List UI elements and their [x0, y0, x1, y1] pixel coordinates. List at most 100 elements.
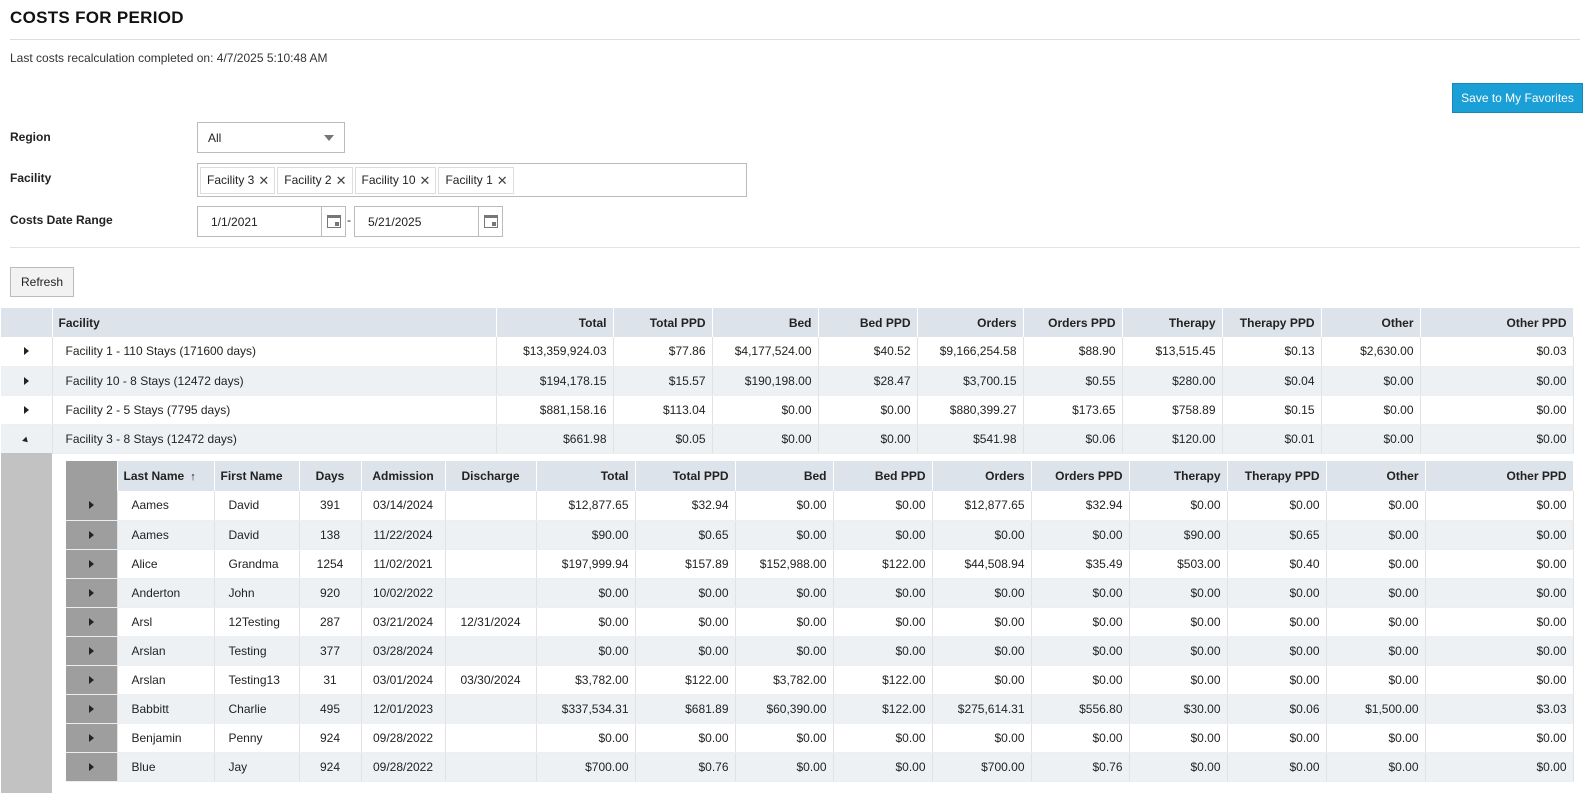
expand-arrow-icon[interactable] [23, 405, 29, 414]
column-header[interactable]: Bed [712, 308, 819, 337]
chevron-down-icon[interactable] [324, 134, 334, 141]
expand-toggle[interactable] [1, 424, 53, 454]
column-header[interactable]: Other [1326, 461, 1426, 491]
expand-arrow-icon[interactable] [88, 530, 94, 539]
expand-arrow-icon[interactable] [88, 762, 94, 771]
expand-toggle[interactable] [66, 549, 118, 579]
expand-arrow-icon[interactable] [23, 376, 29, 385]
stay-row[interactable]: Alice Grandma 1254 11/02/2021 $197,999.94 $15… [66, 549, 1574, 579]
date-to-field[interactable]: 5/21/2025 [354, 206, 503, 237]
column-header[interactable]: First Name [214, 461, 300, 491]
column-header[interactable]: Therapy [1129, 461, 1228, 491]
close-icon[interactable]: ✕ [258, 174, 269, 187]
stay-cell-therapy-ppd: $0.00 [1227, 665, 1327, 695]
calendar-button[interactable] [321, 207, 345, 236]
expand-toggle[interactable] [66, 752, 118, 782]
column-header[interactable]: Total PPD [635, 461, 736, 491]
stay-cell-other-ppd: $0.00 [1425, 752, 1574, 782]
column-header[interactable]: Other [1321, 308, 1421, 337]
close-icon[interactable]: ✕ [336, 174, 347, 187]
stay-cell-therapy: $0.00 [1129, 723, 1228, 753]
column-header[interactable]: Therapy PPD [1222, 308, 1322, 337]
facility-multiselect[interactable]: Facility 3 ✕ Facility 2 ✕ Facility 10 ✕ Fac… [197, 163, 747, 197]
column-header[interactable]: Discharge [445, 461, 537, 491]
expand-toggle[interactable] [66, 607, 118, 637]
expand-arrow-icon[interactable] [88, 704, 94, 713]
stay-row[interactable]: Aames David 138 11/22/2024 $90.00 $0.65 $0.00 $… [66, 520, 1574, 550]
stay-row[interactable]: Anderton John 920 10/02/2022 $0.00 $0.00 $0.00… [66, 578, 1574, 608]
stay-row[interactable]: Aames David 391 03/14/2024 $12,877.65 $32.94 $… [66, 491, 1574, 521]
refresh-button[interactable]: Refresh [10, 267, 74, 297]
expand-arrow-icon[interactable] [88, 733, 94, 742]
stay-cell-adm: 03/28/2024 [361, 636, 446, 666]
column-header[interactable]: Admission [361, 461, 446, 491]
stay-cell-bed: $0.00 [735, 491, 834, 521]
cost-cell: $880,399.27 [917, 395, 1024, 425]
column-header[interactable]: Orders PPD [1031, 461, 1130, 491]
expand-arrow-icon[interactable] [88, 617, 94, 626]
expand-toggle[interactable] [1, 337, 53, 367]
column-header[interactable]: Other PPD [1425, 461, 1574, 491]
column-header[interactable]: Facility [52, 308, 497, 337]
expand-arrow-icon[interactable] [88, 559, 94, 568]
calendar-button[interactable] [478, 207, 502, 236]
stay-row[interactable]: Benjamin Penny 924 09/28/2022 $0.00 $0.00 $0.0… [66, 723, 1574, 753]
stay-cell-first: David [214, 491, 300, 521]
column-header-label: Last Name [123, 469, 185, 483]
expand-toggle[interactable] [66, 723, 118, 753]
close-icon[interactable]: ✕ [420, 174, 431, 187]
column-header[interactable]: Orders [917, 308, 1024, 337]
date-from-field[interactable]: 1/1/2021 [197, 206, 346, 237]
expand-toggle[interactable] [1, 366, 53, 396]
expand-arrow-icon[interactable] [88, 675, 94, 684]
stay-row[interactable]: Arslan Testing13 31 03/01/2024 03/30/2024 $3,… [66, 665, 1574, 695]
sort-ascending-icon[interactable]: ↑ [190, 471, 196, 483]
expand-toggle[interactable] [66, 694, 118, 724]
column-header-last-name[interactable]: Last Name ↑ [117, 461, 215, 491]
column-header[interactable]: Orders PPD [1023, 308, 1123, 337]
facility-row[interactable]: Facility 1 - 110 Stays (171600 days) $13,… [1, 337, 1574, 367]
stay-cell-last: Alice [117, 549, 215, 579]
expand-toggle[interactable] [66, 665, 118, 695]
facility-row[interactable]: Facility 3 - 8 Stays (12472 days) $661.98… [1, 424, 1574, 454]
expand-arrow-icon[interactable] [88, 588, 94, 597]
date-range-label: Costs Date Range [10, 213, 113, 227]
column-header[interactable]: Bed [735, 461, 834, 491]
stay-cell-therapy-ppd: $0.00 [1227, 636, 1327, 666]
expand-arrow-icon[interactable] [88, 501, 94, 510]
column-header[interactable]: Bed PPD [833, 461, 933, 491]
expand-arrow-icon[interactable] [23, 347, 29, 356]
column-header[interactable]: Orders [932, 461, 1032, 491]
region-select[interactable]: All [197, 122, 345, 153]
collapse-arrow-icon[interactable] [22, 436, 31, 444]
expand-toggle[interactable] [66, 578, 118, 608]
stay-row[interactable]: Arsl 12Testing 287 03/21/2024 12/31/2024 $0.0… [66, 607, 1574, 637]
stay-cell-first: David [214, 520, 300, 550]
column-header[interactable]: Total PPD [613, 308, 713, 337]
expand-arrow-icon[interactable] [88, 646, 94, 655]
date-to-value[interactable]: 5/21/2025 [355, 215, 478, 229]
column-header[interactable]: Therapy [1122, 308, 1223, 337]
facility-row[interactable]: Facility 2 - 5 Stays (7795 days) $881,158… [1, 395, 1574, 425]
stay-row[interactable]: Arslan Testing 377 03/28/2024 $0.00 $0.00 $0.0… [66, 636, 1574, 666]
stay-row[interactable]: Babbitt Charlie 495 12/01/2023 $337,534.31 $6… [66, 694, 1574, 724]
stay-cell-bed: $60,390.00 [735, 694, 834, 724]
close-icon[interactable]: ✕ [497, 174, 508, 187]
expand-toggle[interactable] [66, 520, 118, 550]
column-header[interactable]: Other PPD [1420, 308, 1574, 337]
save-to-favorites-button[interactable]: Save to My Favorites [1452, 83, 1583, 113]
facility-row[interactable]: Facility 10 - 8 Stays (12472 days) $194,1… [1, 366, 1574, 396]
expand-toggle[interactable] [66, 636, 118, 666]
stay-cell-bed: $0.00 [735, 752, 834, 782]
column-header[interactable]: Bed PPD [818, 308, 918, 337]
column-header[interactable]: Total [496, 308, 614, 337]
column-header[interactable]: Therapy PPD [1227, 461, 1327, 491]
stay-cell-orders: $0.00 [932, 607, 1032, 637]
column-header[interactable]: Total [536, 461, 636, 491]
expand-toggle[interactable] [1, 395, 53, 425]
stay-cell-orders-ppd: $0.00 [1031, 665, 1130, 695]
expand-toggle[interactable] [66, 491, 118, 521]
column-header[interactable]: Days [299, 461, 362, 491]
stay-row[interactable]: Blue Jay 924 09/28/2022 $700.00 $0.76 $0.00 $0.… [66, 752, 1574, 782]
date-from-value[interactable]: 1/1/2021 [198, 215, 321, 229]
